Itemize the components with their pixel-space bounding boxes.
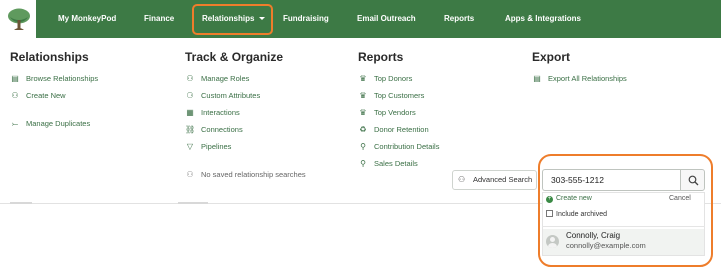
cancel-link[interactable]: Cancel xyxy=(669,195,691,202)
link-label: Contribution Details xyxy=(374,142,440,151)
trophy-icon: ♛ xyxy=(359,91,367,100)
link-interactions[interactable]: ▦ Interactions xyxy=(185,107,240,119)
menu-heading-reports: Reports xyxy=(358,50,404,64)
calendar-icon: ▦ xyxy=(186,108,194,117)
link-create-new[interactable]: ⚇ Create New xyxy=(10,90,66,102)
roles-icon: ⚇ xyxy=(186,74,194,83)
search-icon: ⚲ xyxy=(360,142,366,151)
underlying-content xyxy=(178,202,208,204)
link-label: Pipelines xyxy=(201,142,232,151)
search-button[interactable] xyxy=(680,169,705,191)
link-label: Manage Roles xyxy=(201,74,250,83)
avatar xyxy=(546,235,559,248)
nav-fundraising[interactable]: Fundraising xyxy=(283,0,329,38)
connections-icon: ⛓ xyxy=(185,125,196,134)
result-email: connolly@example.com xyxy=(566,241,646,250)
nav-email-outreach[interactable]: Email Outreach xyxy=(357,0,416,38)
attributes-icon: ⚆ xyxy=(186,91,194,100)
empty-saved-text: No saved relationship searches xyxy=(201,170,306,179)
link-pipelines[interactable]: ▽ Pipelines xyxy=(185,141,232,153)
create-new-link[interactable]: + Create new xyxy=(546,195,592,203)
link-label: Custom Attributes xyxy=(201,91,261,100)
underlying-content xyxy=(10,202,32,204)
nav-reports[interactable]: Reports xyxy=(444,0,474,38)
link-label: Donor Retention xyxy=(374,125,429,134)
link-label: Top Vendors xyxy=(374,108,416,117)
link-manage-duplicates[interactable]: ⤚ Manage Duplicates xyxy=(10,118,90,130)
no-saved-searches: ⚇ No saved relationship searches xyxy=(185,169,306,181)
link-contribution-details[interactable]: ⚲ Contribution Details xyxy=(358,141,439,153)
nav-finance[interactable]: Finance xyxy=(144,0,174,38)
link-browse-relationships[interactable]: ▤ Browse Relationships xyxy=(10,73,98,85)
link-manage-roles[interactable]: ⚇ Manage Roles xyxy=(185,73,249,85)
include-archived-checkbox[interactable] xyxy=(546,210,553,217)
top-navigation-bar: My MonkeyPod Finance Relationships Fundr… xyxy=(0,0,721,38)
link-donor-retention[interactable]: ♻ Donor Retention xyxy=(358,124,429,136)
link-export-all-relationships[interactable]: ▤ Export All Relationships xyxy=(532,73,627,85)
merge-icon: ⤚ xyxy=(11,119,19,128)
filter-icon: ▽ xyxy=(186,142,194,151)
link-label: Browse Relationships xyxy=(26,74,99,83)
advanced-search-label: Advanced Search xyxy=(473,175,533,184)
list-icon: ▤ xyxy=(11,74,19,83)
include-archived-option[interactable]: Include archived xyxy=(546,210,607,218)
link-label: Connections xyxy=(201,125,243,134)
trophy-icon: ♛ xyxy=(359,108,367,117)
dropdown-divider xyxy=(542,226,705,227)
search-input[interactable]: 303-555-1212 xyxy=(542,169,680,191)
menu-heading-track-organize: Track & Organize xyxy=(185,50,284,64)
link-label: Interactions xyxy=(201,108,240,117)
result-name[interactable]: Connolly, Craig xyxy=(566,231,620,240)
export-icon: ▤ xyxy=(533,74,541,83)
recycle-icon: ♻ xyxy=(359,125,367,134)
link-custom-attributes[interactable]: ⚆ Custom Attributes xyxy=(185,90,260,102)
link-top-vendors[interactable]: ♛ Top Vendors xyxy=(358,107,416,119)
link-label: Export All Relationships xyxy=(548,74,627,83)
plus-circle-icon: + xyxy=(546,196,553,203)
link-label: Create New xyxy=(26,91,66,100)
monkeypod-logo-icon[interactable] xyxy=(6,6,32,32)
link-sales-details[interactable]: ⚲ Sales Details xyxy=(358,158,418,170)
link-top-donors[interactable]: ♛ Top Donors xyxy=(358,73,412,85)
link-label: Top Customers xyxy=(374,91,425,100)
menu-heading-relationships: Relationships xyxy=(10,50,89,64)
link-label: Top Donors xyxy=(374,74,413,83)
link-label: Manage Duplicates xyxy=(26,119,91,128)
link-label: Sales Details xyxy=(374,159,418,168)
people-search-icon: ⚇ xyxy=(458,175,466,184)
search-icon xyxy=(688,175,699,186)
people-icon: ⚇ xyxy=(186,170,194,179)
search-icon: ⚲ xyxy=(360,159,366,168)
nav-apps-integrations[interactable]: Apps & Integrations xyxy=(505,0,581,38)
create-new-label: Create new xyxy=(556,195,592,202)
add-person-icon: ⚇ xyxy=(11,91,19,100)
link-top-customers[interactable]: ♛ Top Customers xyxy=(358,90,424,102)
trophy-icon: ♛ xyxy=(359,74,367,83)
menu-heading-export: Export xyxy=(532,50,571,64)
nav-active-highlight xyxy=(192,4,273,35)
link-connections[interactable]: ⛓ Connections xyxy=(185,124,243,136)
nav-my-monkeypod[interactable]: My MonkeyPod xyxy=(58,0,116,38)
include-archived-label: Include archived xyxy=(556,211,607,218)
advanced-search-button[interactable]: ⚇ Advanced Search xyxy=(452,170,537,190)
